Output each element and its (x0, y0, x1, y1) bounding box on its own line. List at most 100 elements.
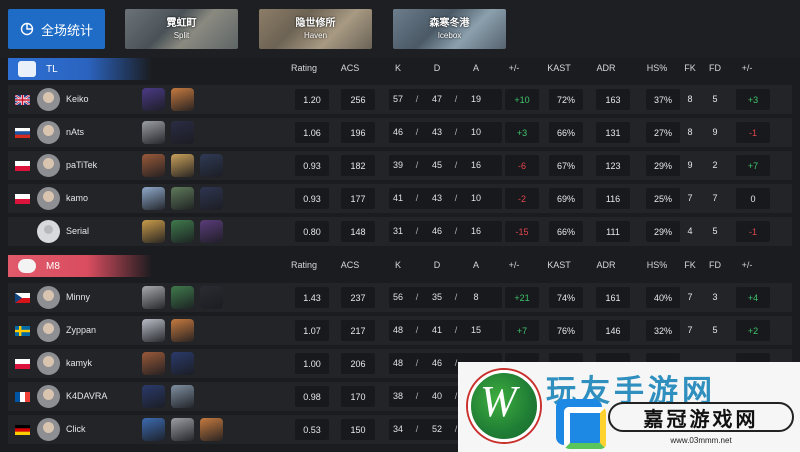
fk-value: 4 (687, 226, 693, 236)
d-value: 35 (431, 292, 443, 302)
column-header: +/- (741, 260, 753, 270)
acs-cell: 237 (341, 287, 375, 308)
se-flag-icon (15, 326, 30, 336)
pl-flag-icon (15, 359, 30, 369)
rating-cell: 0.98 (295, 386, 329, 407)
player-avatar[interactable] (37, 88, 60, 111)
acs-cell: 217 (341, 320, 375, 341)
rating-cell: 1.43 (295, 287, 329, 308)
column-header: FD (709, 260, 721, 270)
hs-cell: 25% (646, 188, 680, 209)
agent-icon (171, 220, 194, 243)
player-row[interactable]: Zyppan 1.07 217 48 41 15 / / +7 76% 146 32% 7 5 +2 (8, 316, 792, 345)
agent-icon (142, 220, 165, 243)
player-avatar[interactable] (37, 352, 60, 375)
acs-cell: 170 (341, 386, 375, 407)
fk-value: 8 (687, 94, 693, 104)
map-tab-icebox[interactable]: 森寒冬港 Icebox (393, 9, 506, 49)
player-avatar[interactable] (37, 154, 60, 177)
fd-value: 9 (712, 127, 718, 137)
player-avatar[interactable] (37, 418, 60, 441)
adr-cell: 111 (596, 221, 630, 242)
hs-cell: 40% (646, 287, 680, 308)
d-value: 43 (431, 127, 443, 137)
fk-diff-cell: +2 (736, 320, 770, 341)
d-value: 46 (431, 358, 443, 368)
kd-diff-cell: -15 (505, 221, 539, 242)
kda-separator: / (415, 292, 419, 302)
player-name: paTiTek (66, 160, 98, 170)
column-header: ADR (596, 260, 616, 270)
hs-cell: 29% (646, 155, 680, 176)
d-value: 41 (431, 325, 443, 335)
column-header: A (472, 260, 480, 270)
player-row[interactable]: nAts 1.06 196 46 43 10 / / +3 66% 131 27% 8 9 -1 (8, 118, 792, 147)
rating-cell: 1.20 (295, 89, 329, 110)
map-name-cn: 森寒冬港 (429, 17, 470, 29)
kast-cell: 66% (549, 122, 583, 143)
column-header: FK (684, 63, 696, 73)
team-tag[interactable]: M8 (8, 255, 152, 277)
acs-cell: 182 (341, 155, 375, 176)
kda-separator: / (454, 127, 458, 137)
player-name: Serial (66, 226, 90, 236)
player-row[interactable]: Serial 0.80 148 31 46 16 / / -15 66% 111 29% 4 5 -1 (8, 217, 792, 246)
agent-icon (171, 352, 194, 375)
kda-separator: / (454, 391, 458, 401)
player-avatar[interactable] (37, 187, 60, 210)
kda-separator: / (454, 292, 458, 302)
acs-cell: 206 (341, 353, 375, 374)
map-name-cn: 隐世修所 (295, 17, 336, 29)
player-row[interactable]: Minny 1.43 237 56 35 8 / / +21 74% 161 40% 7 3 +4 (8, 283, 792, 312)
a-value: 19 (470, 94, 482, 104)
k-value: 48 (392, 358, 404, 368)
acs-cell: 150 (341, 419, 375, 440)
hs-cell: 37% (646, 89, 680, 110)
column-header: KAST (547, 260, 571, 270)
kda-cell: 39 45 16 / / (389, 155, 502, 176)
watermark-logo-letter: W (480, 377, 517, 426)
team-logo-icon (18, 259, 36, 273)
watermark-app-icon (556, 399, 606, 449)
map-tab-split[interactable]: 霓虹町 Split (125, 9, 238, 49)
kda-separator: / (415, 358, 419, 368)
kd-diff-cell: +21 (505, 287, 539, 308)
d-value: 43 (431, 193, 443, 203)
rating-cell: 1.00 (295, 353, 329, 374)
team-tag[interactable]: TL (8, 58, 152, 80)
kast-cell: 69% (549, 188, 583, 209)
a-value: 16 (470, 160, 482, 170)
top-bar: 全场统计 霓虹町 Split 隐世修所 Haven 森寒冬港 Icebox (0, 0, 800, 58)
fk-value: 8 (687, 127, 693, 137)
kast-cell: 74% (549, 287, 583, 308)
kd-diff-cell: -6 (505, 155, 539, 176)
player-name: Keiko (66, 94, 89, 104)
d-value: 52 (431, 424, 443, 434)
de-flag-icon (15, 425, 30, 435)
kd-diff-cell: +10 (505, 89, 539, 110)
player-row[interactable]: Keiko 1.20 256 57 47 19 / / +10 72% 163 37% 8 5 +3 (8, 85, 792, 114)
player-avatar[interactable] (37, 286, 60, 309)
rating-cell: 1.07 (295, 320, 329, 341)
overall-stats-button[interactable]: 全场统计 (8, 9, 105, 49)
kd-diff-cell: -2 (505, 188, 539, 209)
rating-cell: 0.93 (295, 155, 329, 176)
fk-value: 7 (687, 325, 693, 335)
player-avatar[interactable] (37, 121, 60, 144)
player-avatar[interactable] (37, 385, 60, 408)
kast-cell: 76% (549, 320, 583, 341)
player-avatar[interactable] (37, 220, 60, 243)
player-row[interactable]: kamo 0.93 177 41 43 10 / / -2 69% 116 25% 7 7 0 (8, 184, 792, 213)
fk-diff-cell: +3 (736, 89, 770, 110)
player-row[interactable]: paTiTek 0.93 182 39 45 16 / / -6 67% 123 29% 9 2 +7 (8, 151, 792, 180)
map-tab-haven[interactable]: 隐世修所 Haven (259, 9, 372, 49)
agent-icon (142, 319, 165, 342)
watermark-url: www.03mmm.net (670, 436, 732, 445)
player-avatar[interactable] (37, 319, 60, 342)
fd-value: 3 (712, 292, 718, 302)
kda-separator: / (415, 127, 419, 137)
column-header: D (433, 63, 441, 73)
kd-diff-cell: +3 (505, 122, 539, 143)
agent-icon (171, 286, 194, 309)
kda-separator: / (415, 325, 419, 335)
